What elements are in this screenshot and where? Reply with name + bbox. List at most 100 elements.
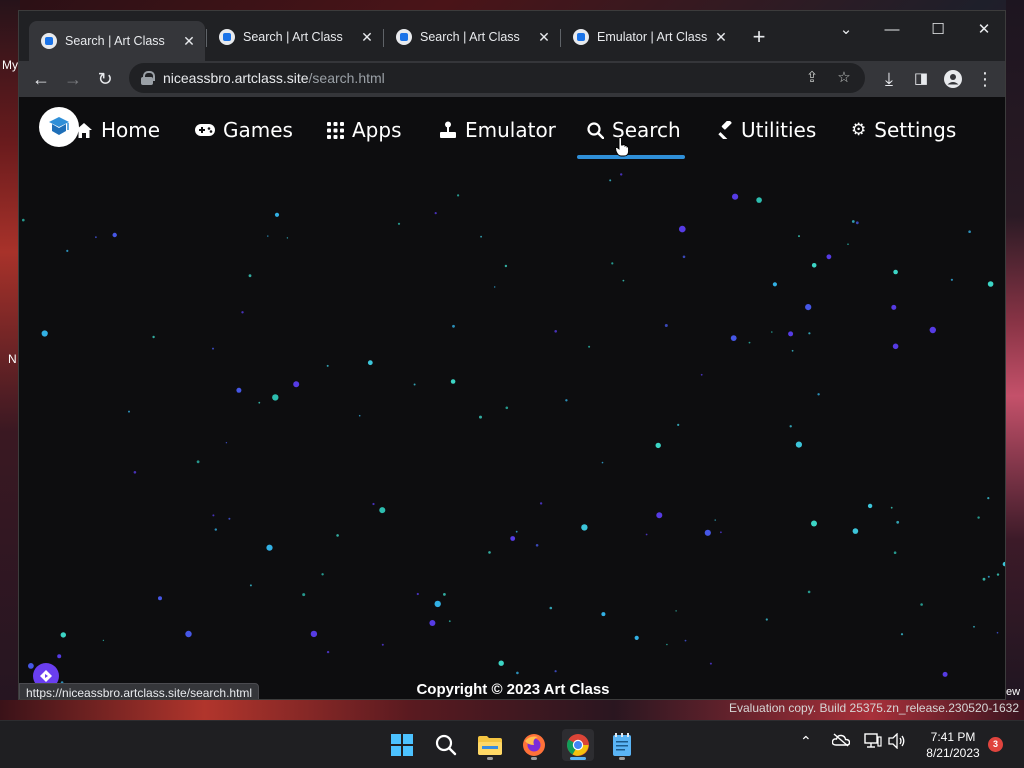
star-particle (942, 671, 948, 677)
star-particle (336, 534, 339, 537)
star-particle (429, 620, 436, 626)
network-icon[interactable] (864, 733, 882, 752)
star-particle (807, 590, 811, 594)
nav-home-label: Home (101, 118, 161, 142)
system-clock[interactable]: 7:41 PM 8/21/2023 (916, 729, 990, 761)
desktop-icon-label[interactable]: ew (1006, 686, 1020, 698)
folder-icon (478, 736, 502, 755)
star-particle (977, 516, 980, 519)
close-tab-icon[interactable]: ✕ (181, 33, 197, 49)
notification-badge[interactable]: 3 (988, 737, 1003, 752)
star-particle (225, 442, 228, 444)
star-particle (664, 324, 668, 327)
star-particle (826, 254, 832, 260)
star-particle (847, 243, 849, 245)
lock-icon[interactable] (141, 71, 155, 85)
side-panel-icon[interactable]: ◨ (907, 65, 935, 93)
address-bar[interactable]: niceassbro.artclass.site/search.html ⇪ ☆ (129, 63, 865, 93)
star-particle (367, 360, 373, 366)
close-window-button[interactable]: ✕ (961, 15, 1005, 45)
nav-utilities[interactable]: Utilities (715, 115, 816, 145)
nav-home[interactable]: Home (75, 115, 160, 145)
star-particle (996, 573, 1000, 576)
star-particle (855, 221, 859, 225)
nav-apps[interactable]: Apps (327, 115, 402, 145)
star-particle (504, 264, 508, 268)
grid-icon (327, 121, 344, 139)
browser-tab-2[interactable]: Search | Art Class ✕ (207, 21, 383, 53)
share-icon[interactable]: ⇪ (799, 65, 825, 91)
tab-title: Search | Art Class (243, 30, 343, 44)
desktop-icon-label[interactable]: My (2, 58, 18, 72)
nav-search[interactable]: Search (587, 115, 681, 145)
star-particle (765, 618, 768, 621)
new-tab-button[interactable]: + (747, 26, 771, 50)
taskbar-chrome[interactable] (562, 729, 594, 761)
tab-title: Emulator | Art Class (597, 30, 708, 44)
star-particle (258, 401, 261, 404)
site-logo[interactable] (39, 107, 79, 147)
nav-settings[interactable]: ⚙ Settings (851, 115, 956, 145)
reload-button[interactable]: ↻ (91, 65, 119, 93)
tab-search-chevron-icon[interactable]: ⌄ (823, 15, 869, 45)
close-tab-icon[interactable]: ✕ (359, 29, 375, 45)
star-particle (714, 519, 716, 521)
browser-menu-icon[interactable]: ⋮ (971, 65, 999, 93)
star-particle (554, 330, 557, 333)
star-particle (609, 179, 612, 182)
star-particle (892, 343, 899, 350)
profile-avatar-icon[interactable] (939, 65, 967, 93)
volume-icon[interactable] (888, 732, 906, 752)
star-particle (434, 212, 437, 215)
star-particle (788, 331, 794, 337)
onedrive-cloud-icon[interactable] (831, 733, 851, 750)
back-button[interactable]: ← (27, 65, 55, 93)
taskbar-file-explorer[interactable] (474, 729, 506, 761)
maximize-button[interactable]: ☐ (915, 15, 961, 45)
star-particle (274, 212, 280, 217)
search-icon (587, 121, 604, 139)
star-particle (730, 335, 737, 341)
bookmark-star-icon[interactable]: ☆ (831, 65, 857, 91)
star-particle (133, 471, 137, 474)
taskbar-search-button[interactable] (430, 729, 462, 761)
star-particle (852, 528, 859, 534)
star-particle (982, 577, 986, 581)
star-particle (28, 663, 34, 669)
star-particle (41, 330, 48, 337)
close-tab-icon[interactable]: ✕ (536, 29, 552, 45)
chrome-icon (567, 734, 589, 756)
star-particle (185, 630, 192, 638)
star-particle (452, 324, 455, 328)
close-tab-icon[interactable]: ✕ (713, 29, 729, 45)
running-indicator (619, 757, 625, 760)
star-particle (996, 631, 999, 634)
downloads-icon[interactable]: ⤓ (875, 65, 903, 93)
clock-date: 8/21/2023 (926, 746, 980, 760)
forward-button[interactable]: → (59, 65, 87, 93)
browser-tab-3[interactable]: Search | Art Class ✕ (384, 21, 560, 53)
star-particle (704, 529, 711, 536)
nav-emulator[interactable]: Emulator (439, 115, 556, 145)
nav-emulator-label: Emulator (465, 118, 556, 142)
joystick-icon (439, 121, 457, 139)
browser-tab-1[interactable]: Search | Art Class ✕ (29, 21, 205, 61)
desktop-icon-label[interactable]: N (8, 352, 17, 366)
show-hidden-icons-chevron-icon[interactable]: ⌃ (800, 733, 812, 750)
star-particle (539, 502, 543, 505)
taskbar-notepad[interactable] (606, 729, 638, 761)
star-particle (498, 660, 504, 666)
minimize-button[interactable]: — (869, 15, 915, 45)
browser-window: Search | Art Class ✕ Search | Art Class … (18, 10, 1006, 700)
star-particle (817, 393, 820, 396)
star-particle (266, 544, 273, 551)
start-button[interactable] (386, 729, 418, 761)
browser-tab-4[interactable]: Emulator | Art Class ✕ (561, 21, 737, 53)
taskbar-firefox[interactable] (518, 729, 550, 761)
star-particle (893, 551, 897, 554)
star-particle (679, 225, 686, 233)
nav-games[interactable]: Games (195, 115, 293, 145)
star-particle (372, 502, 375, 506)
star-particle (381, 643, 384, 646)
nav-apps-label: Apps (352, 118, 402, 142)
